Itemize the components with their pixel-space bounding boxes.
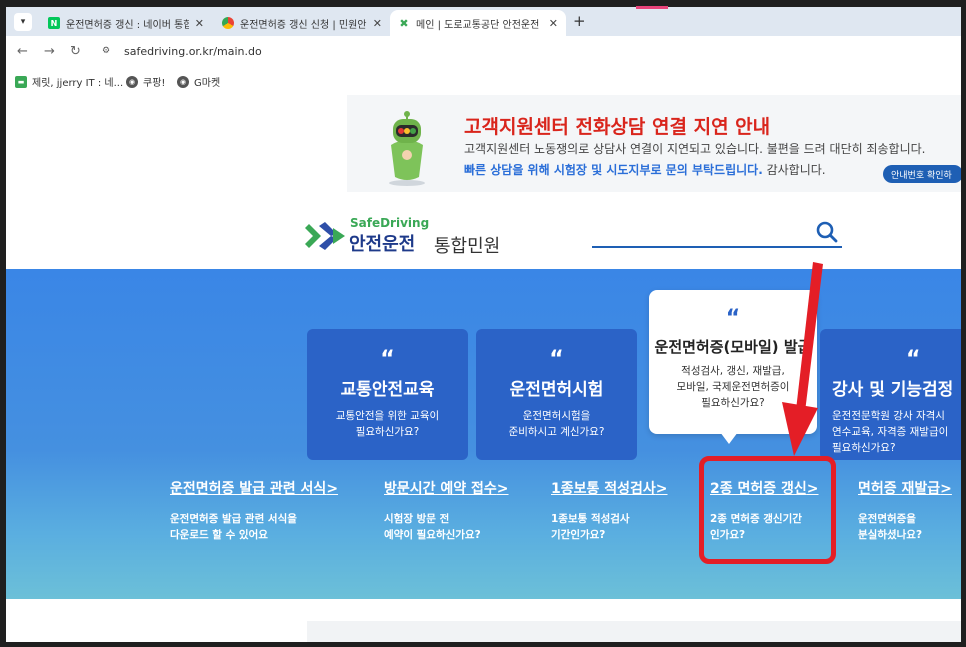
logo-subtitle: 통합민원 — [434, 236, 501, 257]
reload-icon[interactable]: ↻ — [70, 44, 81, 59]
tab-search-chevron-icon[interactable]: ▾ — [14, 13, 32, 31]
bookmark-label: G마켓 — [194, 78, 221, 89]
chevron-right-icon: > — [655, 481, 668, 497]
safedriving-icon: ✖ — [398, 16, 410, 30]
link-desc: 다운로드 할 수 있어요 — [170, 529, 268, 541]
annotation-highlight-box — [699, 456, 836, 564]
chevron-right-icon: > — [326, 481, 339, 497]
banner-title: 고객지원센터 전화상담 연결 지연 안내 — [464, 116, 771, 138]
new-tab-plus-icon[interactable]: + — [573, 12, 586, 30]
tab-safedriving[interactable]: ✖ 메인 | 도로교통공단 안전운전 ✕ — [390, 10, 566, 36]
link-desc: 분실하셨나요? — [858, 529, 923, 541]
link-title: 면허증 재발급 — [858, 481, 941, 497]
link-title: 1종보통 적성검사 — [551, 481, 656, 497]
link-title: 운전면허증 발급 관련 서식 — [170, 481, 327, 497]
link-desc: 예약이 필요하신가요? — [384, 529, 481, 541]
bookmarks-bar: ▬ 제릿, jjerry IT : 네... ◉ 쿠팡! ◉ G마켓 — [6, 68, 961, 94]
forward-arrow-icon[interactable]: → — [44, 44, 55, 59]
tab-title: 운전면허증 갱신 : 네이버 통합 — [66, 19, 189, 31]
bookmark-green-icon: ▬ — [15, 75, 27, 88]
window-frame-bottom — [0, 642, 966, 647]
card-desc: 준비하시고 계신가요? — [508, 426, 605, 438]
logo-english: SafeDriving — [350, 216, 430, 230]
logo-korean: 안전운전 — [349, 234, 416, 255]
browser-toolbar: ← → ↻ ⚙ safedriving.or.kr/main.do — [6, 36, 961, 68]
search-input[interactable] — [592, 246, 842, 248]
bookmark-label: 쿠팡! — [143, 78, 166, 89]
tab-minwon[interactable]: 운전면허증 갱신 신청 | 민원안 ✕ — [214, 10, 390, 36]
card-instructor-exam[interactable]: “ 강사 및 기능검정 운전전문학원 강사 자격시연수교육, 자격증 재발급이필… — [820, 329, 961, 460]
banner-text: 고객지원센터 노동쟁의로 상담사 연결이 지연되고 있습니다. 불편을 드려 대… — [464, 142, 926, 156]
tab-naver[interactable]: N 운전면허증 갱신 : 네이버 통합 ✕ — [40, 10, 212, 36]
quote-icon: “ — [906, 347, 921, 372]
tab-title: 운전면허증 갱신 신청 | 민원안 — [240, 19, 367, 31]
card-desc: 교통안전을 위한 교육이 — [335, 410, 440, 422]
bookmark-item[interactable]: ◉ 쿠팡! — [126, 74, 165, 89]
banner-text: 빠른 상담을 위해 시험장 및 시도지부로 문의 부탁드립니다. 감사합니다. — [464, 161, 826, 178]
card-desc: 필요하신가요? — [355, 426, 420, 438]
banner-left-area — [6, 95, 347, 192]
chevron-right-icon: > — [496, 481, 509, 497]
back-arrow-icon[interactable]: ← — [17, 44, 28, 59]
contact-number-button[interactable]: 안내번호 확인하 — [883, 165, 963, 183]
tab-strip: ▾ N 운전면허증 갱신 : 네이버 통합 ✕ 운전면허증 갱신 신청 | 민원… — [6, 7, 961, 36]
link-title: 방문시간 예약 접수 — [384, 481, 497, 497]
window-frame-right — [961, 0, 966, 647]
card-desc: 필요하신가요? — [832, 442, 896, 454]
tab-title: 메인 | 도로교통공단 안전운전 — [416, 19, 540, 31]
card-desc: 필요하신가요? — [701, 397, 765, 409]
globe-icon: ◉ — [126, 75, 138, 88]
link-desc: 운전면허증을 — [858, 513, 916, 525]
card-license-exam[interactable]: “ 운전면허시험 운전면허시험을준비하시고 계신가요? — [476, 329, 637, 460]
site-info-icon[interactable]: ⚙ — [102, 46, 116, 58]
mascot-icon — [389, 111, 425, 186]
close-icon[interactable]: ✕ — [195, 17, 204, 30]
chrome-icon — [222, 17, 234, 29]
card-traffic-safety-education[interactable]: “ 교통안전교육 교통안전을 위한 교육이필요하신가요? — [307, 329, 468, 460]
link-desc: 운전면허증 발급 관련 서식을 — [170, 513, 297, 525]
naver-icon: N — [48, 17, 60, 29]
link-visit-reservation[interactable]: 방문시간 예약 접수> 시험장 방문 전예약이 필요하신가요? — [384, 478, 509, 543]
close-icon[interactable]: ✕ — [549, 17, 558, 30]
address-bar[interactable]: safedriving.or.kr/main.do — [124, 45, 262, 58]
quote-icon: “ — [380, 347, 395, 372]
card-pointer — [720, 432, 738, 444]
card-desc: 운전면허시험을 — [522, 410, 591, 422]
window-accent — [636, 6, 668, 9]
window-frame-left — [0, 0, 6, 647]
quote-icon: “ — [549, 347, 564, 372]
banner-text-rest: 감사합니다. — [762, 163, 826, 177]
card-title: 강사 및 기능검정 — [832, 380, 954, 400]
safedriving-logo-icon[interactable] — [305, 220, 345, 252]
chevron-right-icon: > — [940, 481, 952, 497]
content-panel — [307, 621, 961, 642]
card-desc: 운전전문학원 강사 자격시 — [832, 410, 945, 422]
bookmark-label: 제릿, jjerry IT : 네... — [32, 78, 124, 89]
link-desc: 기간인가요? — [551, 529, 606, 541]
link-license-forms[interactable]: 운전면허증 발급 관련 서식> 운전면허증 발급 관련 서식을다운로드 할 수 … — [170, 478, 338, 543]
link-desc: 시험장 방문 전 — [384, 513, 450, 525]
annotation-arrow-icon — [782, 262, 823, 456]
search-icon[interactable] — [815, 220, 839, 244]
link-desc: 1종보통 적성검사 — [551, 513, 630, 525]
globe-icon: ◉ — [177, 75, 189, 88]
card-title: 운전면허시험 — [509, 380, 604, 400]
notice-banner[interactable]: 고객지원센터 전화상담 연결 지연 안내 고객지원센터 노동쟁의로 상담사 연결… — [347, 95, 963, 192]
card-desc: 연수교육, 자격증 재발급이 — [832, 426, 949, 438]
bookmark-item[interactable]: ▬ 제릿, jjerry IT : 네... — [15, 74, 123, 89]
close-icon[interactable]: ✕ — [373, 17, 382, 30]
link-license-reissue[interactable]: 면허증 재발급> 운전면허증을분실하셨나요? — [858, 478, 952, 543]
bookmark-item[interactable]: ◉ G마켓 — [177, 74, 220, 89]
card-title: 교통안전교육 — [340, 380, 435, 400]
banner-highlight: 빠른 상담을 위해 시험장 및 시도지부로 문의 부탁드립니다. — [464, 163, 763, 177]
link-aptitude-test[interactable]: 1종보통 적성검사> 1종보통 적성검사 기간인가요? — [551, 478, 668, 543]
window-frame-top — [0, 0, 966, 7]
